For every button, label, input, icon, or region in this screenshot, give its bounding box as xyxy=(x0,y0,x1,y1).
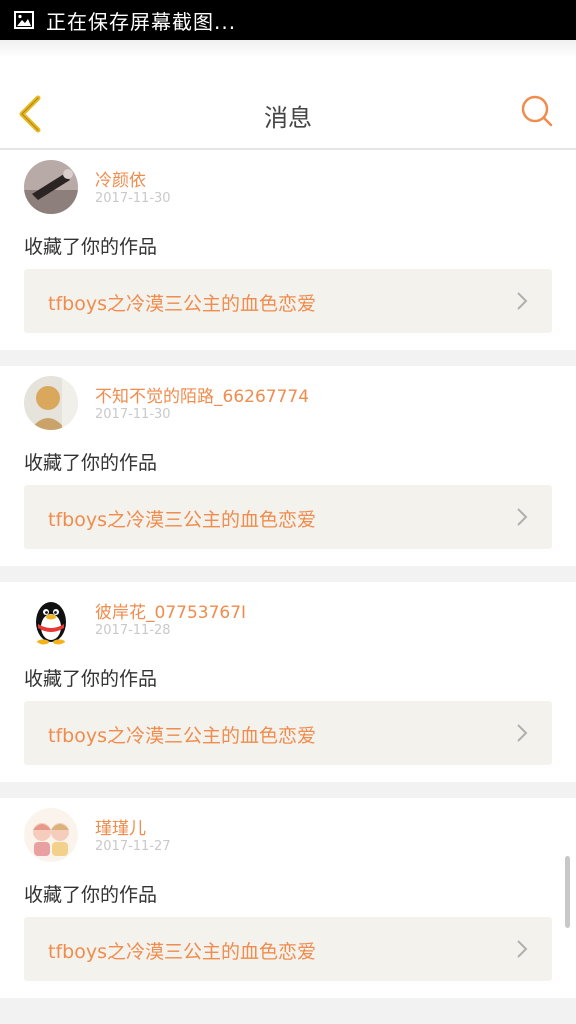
avatar[interactable] xyxy=(24,592,78,646)
message-date: 2017-11-28 xyxy=(95,623,171,638)
message-card: 不知不觉的陌路_66267774 2017-11-30 收藏了你的作品 tfbo… xyxy=(0,366,576,566)
action-text: 收藏了你的作品 xyxy=(24,236,158,258)
work-link[interactable]: tfboys之冷漠三公主的血色恋爱 xyxy=(24,701,552,765)
work-title: tfboys之冷漠三公主的血色恋爱 xyxy=(48,293,316,315)
message-card: 彼岸花_07753767I 2017-11-28 收藏了你的作品 tfboys之… xyxy=(0,582,576,782)
avatar-image xyxy=(24,808,78,862)
image-icon xyxy=(14,11,34,29)
message-list[interactable]: 冷颜依 2017-11-30 收藏了你的作品 tfboys之冷漠三公主的血色恋爱… xyxy=(0,150,576,1024)
penguin-avatar-icon xyxy=(24,592,78,646)
message-date: 2017-11-30 xyxy=(95,191,171,206)
scrollbar[interactable] xyxy=(565,856,570,928)
work-link[interactable]: tfboys之冷漠三公主的血色恋爱 xyxy=(24,917,552,981)
message-date: 2017-11-27 xyxy=(95,839,171,854)
work-link[interactable]: tfboys之冷漠三公主的血色恋爱 xyxy=(24,269,552,333)
nav-shadow xyxy=(0,40,576,58)
status-text: 正在保存屏幕截图... xyxy=(46,9,237,34)
chevron-right-icon xyxy=(517,724,528,742)
chevron-right-icon xyxy=(517,940,528,958)
username[interactable]: 不知不觉的陌路_66267774 xyxy=(95,382,309,407)
nav-bar: 消息 xyxy=(0,40,576,150)
avatar-image xyxy=(24,376,78,430)
chevron-right-icon xyxy=(517,292,528,310)
message-date: 2017-11-30 xyxy=(95,407,171,422)
page-title: 消息 xyxy=(264,104,312,132)
work-title: tfboys之冷漠三公主的血色恋爱 xyxy=(48,941,316,963)
avatar[interactable] xyxy=(24,376,78,430)
status-bar: 正在保存屏幕截图... xyxy=(0,0,576,40)
action-text: 收藏了你的作品 xyxy=(24,452,158,474)
message-card: 冷颜依 2017-11-30 收藏了你的作品 tfboys之冷漠三公主的血色恋爱 xyxy=(0,150,576,350)
message-card: 瑾瑾儿 2017-11-27 收藏了你的作品 tfboys之冷漠三公主的血色恋爱 xyxy=(0,798,576,998)
avatar[interactable] xyxy=(24,160,78,214)
search-icon[interactable] xyxy=(520,94,554,128)
action-text: 收藏了你的作品 xyxy=(24,668,158,690)
work-link[interactable]: tfboys之冷漠三公主的血色恋爱 xyxy=(24,485,552,549)
avatar[interactable] xyxy=(24,808,78,862)
action-text: 收藏了你的作品 xyxy=(24,884,158,906)
work-title: tfboys之冷漠三公主的血色恋爱 xyxy=(48,509,316,531)
avatar-image xyxy=(24,160,78,214)
username[interactable]: 瑾瑾儿 xyxy=(95,814,146,839)
username[interactable]: 冷颜依 xyxy=(95,166,146,191)
work-title: tfboys之冷漠三公主的血色恋爱 xyxy=(48,725,316,747)
chevron-right-icon xyxy=(517,508,528,526)
username[interactable]: 彼岸花_07753767I xyxy=(95,598,246,623)
